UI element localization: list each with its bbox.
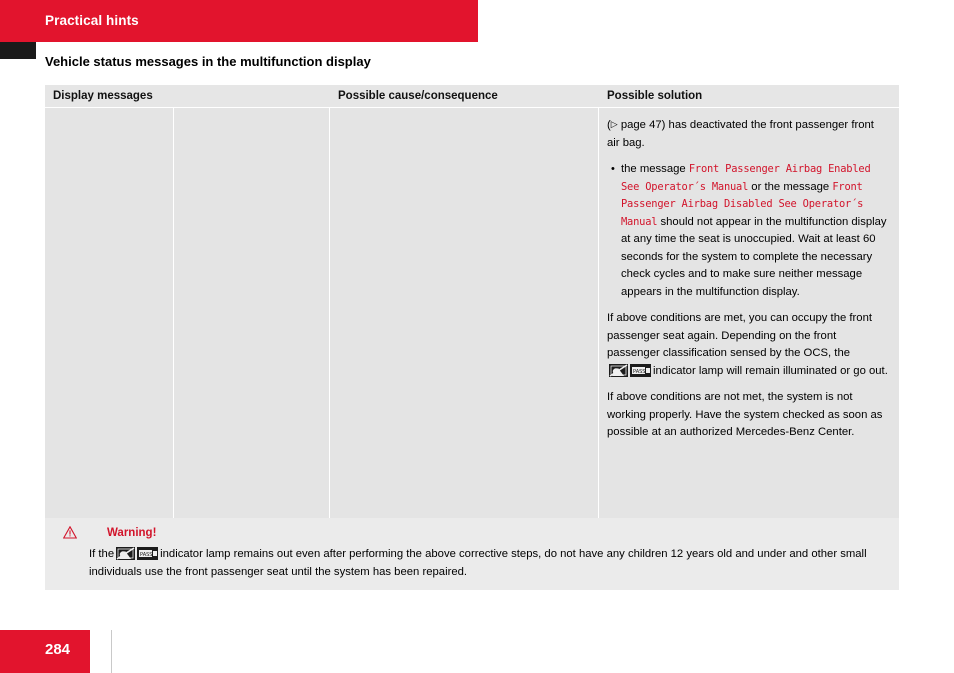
solution-paragraph-2-lead: If above conditions are met, you can occ… <box>607 312 873 359</box>
bullet-tail-text: should not appear in the multifunction d… <box>621 215 887 298</box>
cell-display-messages-continued <box>174 108 330 526</box>
bullet-mid-text: or the message <box>748 180 833 193</box>
solution-paragraph-2-tail: indicator lamp will remain illuminated o… <box>653 364 888 377</box>
cell-display-messages <box>45 108 174 526</box>
warning-box: Warning! If the PASS indicator lamp rema… <box>45 518 899 590</box>
chapter-title: Practical hints <box>45 13 139 28</box>
warning-text-before-lamp: If the <box>89 548 115 560</box>
warning-triangle-icon <box>62 525 78 539</box>
warning-text-after-lamp: indicator lamp remains out even after pe… <box>89 548 867 578</box>
ocs-indicator-lamp-icon: PASS <box>609 363 651 377</box>
solution-paragraph-2: If above conditions are met, you can occ… <box>607 310 889 380</box>
bullet-lead-text: the message <box>621 163 689 175</box>
solution-paragraph-1-text: page 47) has deactivated the front passe… <box>607 119 874 149</box>
table-header-row: Display messages Possible cause/conseque… <box>45 85 899 108</box>
ocs-indicator-lamp-icon: PASS <box>116 547 159 560</box>
solution-bullet-1: • the message Front Passenger Airbag Enab… <box>607 161 889 301</box>
bullet-dot-icon: • <box>611 163 615 175</box>
status-messages-table: Display messages Possible cause/conseque… <box>45 85 899 526</box>
warning-text: If the PASS indicator lamp remains out e… <box>89 546 889 581</box>
solution-paragraph-3: If above conditions are not met, the sys… <box>607 391 883 438</box>
page-ref-arrow-icon: ▷ <box>610 119 618 129</box>
page-reference: (▷ <box>607 119 618 131</box>
page-edge-tab <box>0 42 36 59</box>
column-header-possible-solution: Possible solution <box>607 90 703 102</box>
svg-text:PASS: PASS <box>633 369 645 375</box>
document-page: Practical hints Vehicle status messages … <box>0 0 954 673</box>
table-body-row: (▷ page 47) has deactivated the front pa… <box>45 108 899 526</box>
cell-possible-cause <box>330 108 599 526</box>
cell-possible-solution: (▷ page 47) has deactivated the front pa… <box>599 108 899 526</box>
section-title: Vehicle status messages in the multifunc… <box>45 54 371 69</box>
column-header-display-messages: Display messages <box>53 90 153 102</box>
svg-text:PASS: PASS <box>140 552 152 558</box>
column-header-possible-cause: Possible cause/consequence <box>338 90 498 102</box>
footer-divider <box>111 630 112 673</box>
solution-paragraph-1: (▷ page 47) has deactivated the front pa… <box>607 117 889 152</box>
page-number: 284 <box>45 641 71 658</box>
warning-title: Warning! <box>107 527 157 539</box>
